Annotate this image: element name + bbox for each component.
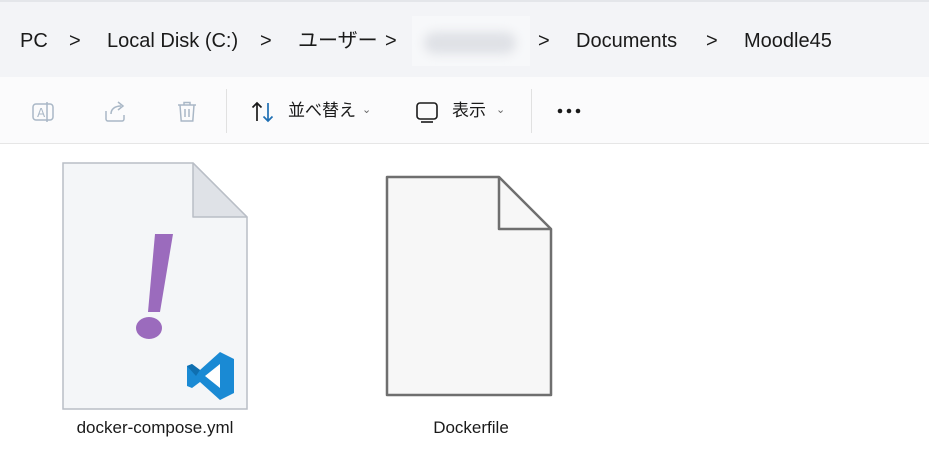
chevron-right-icon[interactable]: > <box>706 28 718 54</box>
sort-icon[interactable] <box>250 99 276 125</box>
rename-icon[interactable]: A <box>30 99 56 125</box>
file-name-docker-compose[interactable]: docker-compose.yml <box>70 417 240 439</box>
trash-icon[interactable] <box>174 99 200 125</box>
chevron-right-icon[interactable]: > <box>260 28 272 54</box>
view-button-label[interactable]: 表示 <box>452 100 486 122</box>
sort-button-label[interactable]: 並べ替え <box>288 100 356 122</box>
more-options-icon[interactable] <box>556 99 582 123</box>
breadcrumb-item-documents[interactable]: Documents <box>576 28 677 54</box>
breadcrumb-item-pc[interactable]: PC <box>20 28 48 54</box>
breadcrumb-item-moodle45[interactable]: Moodle45 <box>744 28 832 54</box>
toolbar-divider <box>531 89 532 133</box>
redaction-blur <box>424 32 516 54</box>
command-bar: A 並べ替え ⌄ 表示 ⌄ <box>0 77 929 144</box>
file-list: docker-compose.yml Dockerfile <box>0 144 929 458</box>
breadcrumb-item-local-disk[interactable]: Local Disk (C:) <box>107 28 238 54</box>
yaml-vscode-file-icon[interactable] <box>60 160 250 412</box>
chevron-right-icon[interactable]: > <box>385 28 397 54</box>
chevron-down-icon[interactable]: ⌄ <box>362 103 371 116</box>
svg-text:A: A <box>37 106 46 120</box>
file-name-dockerfile[interactable]: Dockerfile <box>401 417 541 439</box>
share-icon[interactable] <box>102 99 128 125</box>
breadcrumb: PC > Local Disk (C:) > ユーザー > > Document… <box>0 0 929 77</box>
view-icon[interactable] <box>414 99 440 125</box>
generic-file-icon[interactable] <box>384 174 554 398</box>
breadcrumb-item-redacted-username[interactable] <box>412 16 530 66</box>
toolbar-divider <box>226 89 227 133</box>
chevron-right-icon[interactable]: > <box>69 28 81 54</box>
chevron-down-icon[interactable]: ⌄ <box>496 103 505 116</box>
breadcrumb-item-users[interactable]: ユーザー <box>298 28 378 54</box>
chevron-right-icon[interactable]: > <box>538 28 550 54</box>
